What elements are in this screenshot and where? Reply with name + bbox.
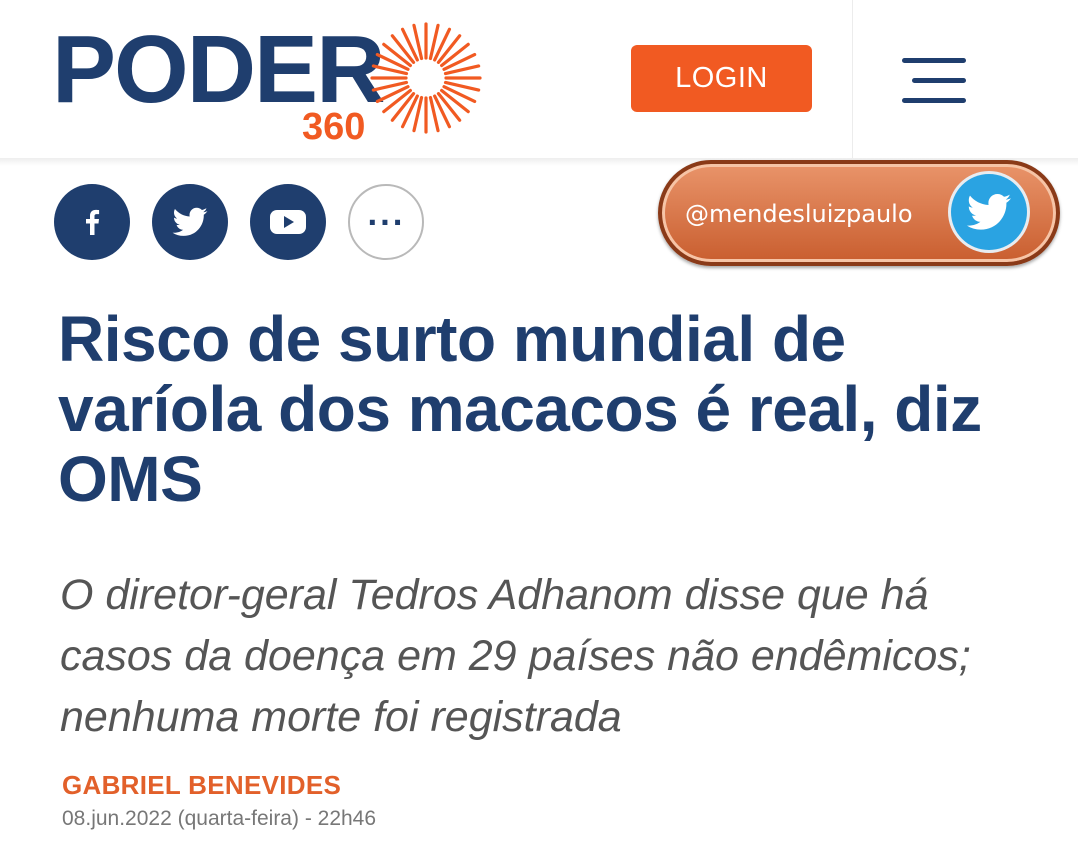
login-button[interactable]: LOGIN: [631, 45, 812, 112]
hamburger-menu-icon[interactable]: [902, 58, 966, 104]
poder360-logo[interactable]: PODER 360: [52, 16, 482, 146]
twitter-icon: [172, 207, 208, 236]
sun-logo-icon: [370, 22, 482, 134]
twitter-handle-text: @mendesluizpaulo: [685, 200, 913, 228]
logo-number: 360: [302, 106, 366, 148]
facebook-icon: [86, 209, 100, 235]
more-share-button[interactable]: ···: [348, 184, 424, 260]
twitter-icon: [951, 174, 1027, 250]
site-header: PODER 360 LOGIN: [0, 0, 1078, 160]
more-icon: ···: [367, 205, 405, 239]
article-title: Risco de surto mundial de varíola dos ma…: [58, 303, 982, 515]
facebook-share-button[interactable]: [54, 184, 130, 260]
youtube-share-button[interactable]: [250, 184, 326, 260]
article-author[interactable]: GABRIEL BENEVIDES: [62, 769, 341, 801]
logo-wordmark: PODER: [52, 16, 385, 123]
youtube-icon: [270, 210, 306, 234]
article-subtitle: O diretor-geral Tedros Adhanom disse que…: [60, 571, 971, 741]
header-divider: [852, 0, 853, 158]
article-date: 08.jun.2022 (quarta-feira) - 22h46: [62, 807, 377, 830]
twitter-share-button[interactable]: [152, 184, 228, 260]
